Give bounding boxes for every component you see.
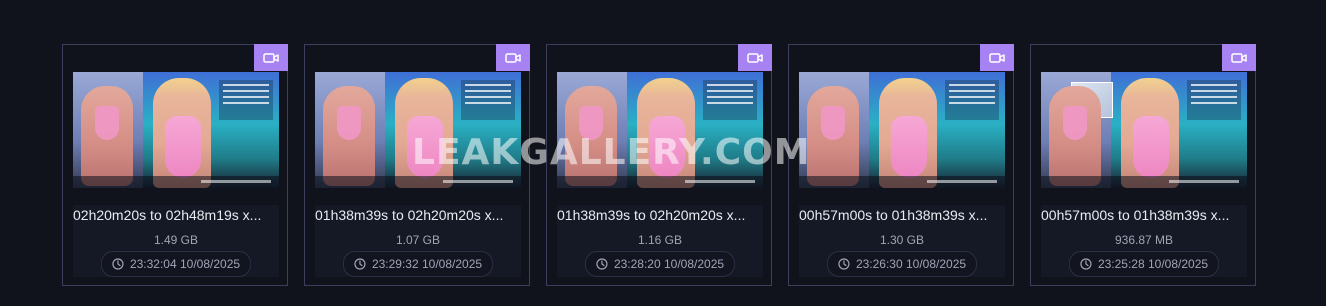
file-size: 1.16 GB <box>637 233 683 247</box>
date-badge: 23:29:32 10/08/2025 <box>342 251 494 277</box>
video-info: 01h38m39s to 02h20m20s x... 1.07 GB 23:2… <box>315 205 521 277</box>
clock-icon <box>112 258 124 270</box>
video-datetime: 23:28:20 10/08/2025 <box>613 257 725 271</box>
video-info: 02h20m20s to 02h48m19s x... 1.49 GB 23:3… <box>73 205 279 277</box>
clock-icon <box>596 258 608 270</box>
video-datetime: 23:32:04 10/08/2025 <box>129 257 241 271</box>
video-datetime: 23:26:30 10/08/2025 <box>855 257 967 271</box>
video-title[interactable]: 00h57m00s to 01h38m39s x... <box>1041 207 1247 223</box>
file-size: 1.07 GB <box>395 233 441 247</box>
date-badge: 23:28:20 10/08/2025 <box>584 251 736 277</box>
video-info: 01h38m39s to 02h20m20s x... 1.16 GB 23:2… <box>557 205 763 277</box>
video-datetime: 23:29:32 10/08/2025 <box>371 257 483 271</box>
video-camera-icon <box>496 44 530 71</box>
video-title[interactable]: 00h57m00s to 01h38m39s x... <box>799 207 1005 223</box>
video-grid: 02h20m20s to 02h48m19s x... 1.49 GB 23:3… <box>62 44 1256 286</box>
clock-icon <box>1080 258 1092 270</box>
date-badge: 23:26:30 10/08/2025 <box>826 251 978 277</box>
clock-icon <box>354 258 366 270</box>
video-camera-icon <box>980 44 1014 71</box>
video-camera-icon <box>1222 44 1256 71</box>
video-title[interactable]: 01h38m39s to 02h20m20s x... <box>557 207 763 223</box>
video-card[interactable]: 00h57m00s to 01h38m39s x... 1.30 GB 23:2… <box>788 44 1014 286</box>
video-card[interactable]: 01h38m39s to 02h20m20s x... 1.07 GB 23:2… <box>304 44 530 286</box>
video-thumbnail[interactable] <box>73 72 279 188</box>
video-card[interactable]: 00h57m00s to 01h38m39s x... 936.87 MB 23… <box>1030 44 1256 286</box>
video-datetime: 23:25:28 10/08/2025 <box>1097 257 1209 271</box>
video-thumbnail[interactable] <box>557 72 763 188</box>
date-badge: 23:32:04 10/08/2025 <box>100 251 252 277</box>
video-title[interactable]: 01h38m39s to 02h20m20s x... <box>315 207 521 223</box>
video-camera-icon <box>254 44 288 71</box>
video-info: 00h57m00s to 01h38m39s x... 1.30 GB 23:2… <box>799 205 1005 277</box>
file-size: 1.30 GB <box>879 233 925 247</box>
video-info: 00h57m00s to 01h38m39s x... 936.87 MB 23… <box>1041 205 1247 277</box>
video-camera-icon <box>738 44 772 71</box>
date-badge: 23:25:28 10/08/2025 <box>1068 251 1220 277</box>
video-thumbnail[interactable] <box>799 72 1005 188</box>
file-size: 1.49 GB <box>153 233 199 247</box>
video-card[interactable]: 02h20m20s to 02h48m19s x... 1.49 GB 23:3… <box>62 44 288 286</box>
video-thumbnail[interactable] <box>315 72 521 188</box>
video-thumbnail[interactable] <box>1041 72 1247 188</box>
video-title[interactable]: 02h20m20s to 02h48m19s x... <box>73 207 279 223</box>
file-size: 936.87 MB <box>1114 233 1174 247</box>
video-card[interactable]: 01h38m39s to 02h20m20s x... 1.16 GB 23:2… <box>546 44 772 286</box>
clock-icon <box>838 258 850 270</box>
